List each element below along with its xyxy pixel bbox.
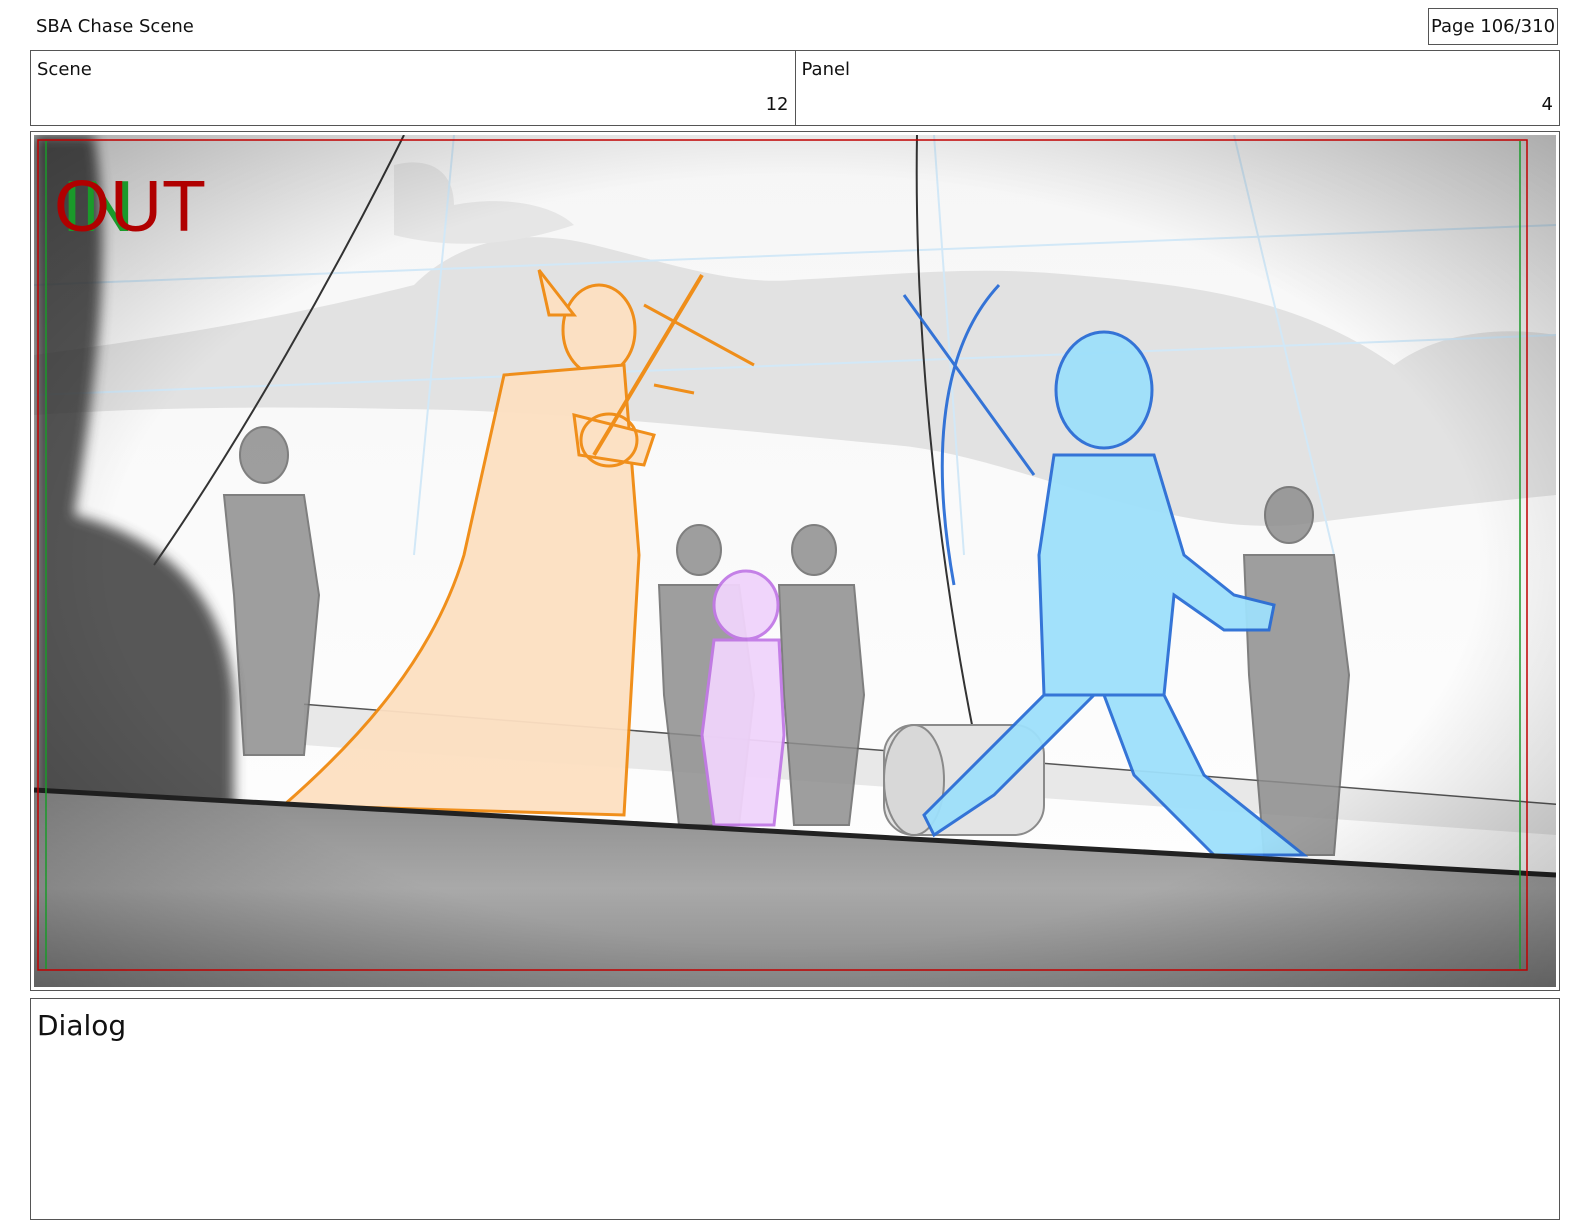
storyboard-panel-frame: IN OUT bbox=[30, 131, 1560, 991]
project-title: SBA Chase Scene bbox=[36, 16, 194, 37]
dialog-label: Dialog bbox=[37, 1009, 127, 1042]
scene-cell: Scene 12 bbox=[31, 51, 795, 125]
scene-number: 12 bbox=[765, 94, 789, 115]
out-marker: OUT bbox=[54, 167, 206, 247]
scene-panel-info-row: Scene 12 Panel 4 bbox=[30, 50, 1560, 126]
storyboard-panel-image: IN OUT bbox=[34, 135, 1556, 987]
dialog-box: Dialog bbox=[30, 998, 1560, 1220]
panel-label: Panel bbox=[801, 59, 851, 80]
page-counter: Page 106/310 bbox=[1428, 8, 1558, 45]
scene-label: Scene bbox=[37, 59, 92, 80]
panel-vignette bbox=[34, 135, 1556, 987]
panel-cell: Panel 4 bbox=[794, 51, 1560, 125]
panel-number: 4 bbox=[1541, 94, 1553, 115]
